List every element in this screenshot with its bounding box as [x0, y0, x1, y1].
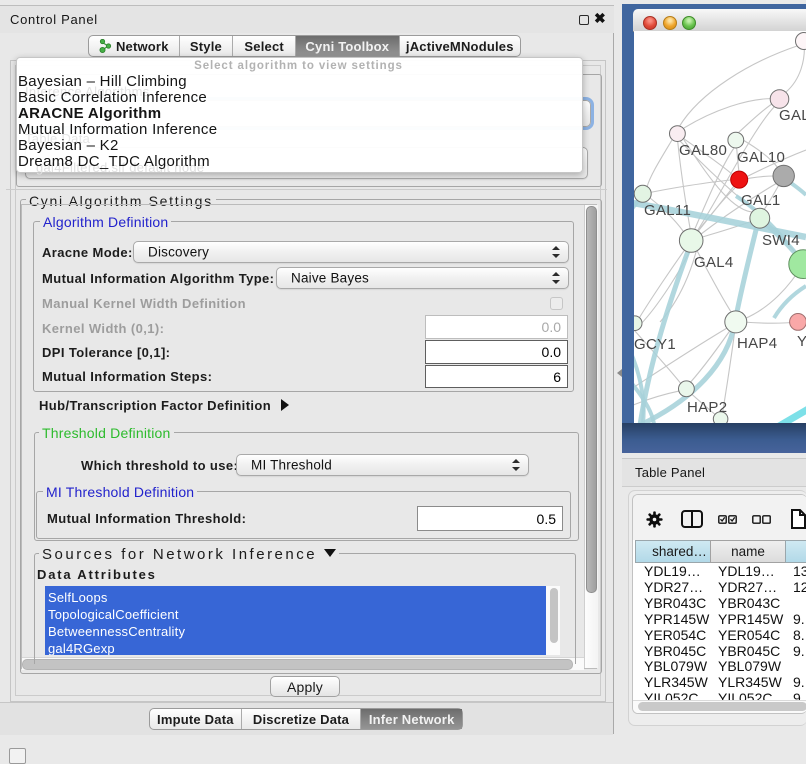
svg-text:GCY1: GCY1 — [634, 336, 676, 353]
svg-text:HAP4: HAP4 — [737, 335, 777, 352]
svg-text:GAL1: GAL1 — [741, 192, 781, 209]
svg-text:GAL10: GAL10 — [737, 149, 785, 166]
svg-text:GAL4: GAL4 — [694, 254, 734, 271]
svg-text:GAL11: GAL11 — [644, 202, 691, 219]
svg-text:GAL80: GAL80 — [679, 142, 727, 159]
svg-text:GAL: GAL — [779, 107, 806, 124]
svg-text:SWI4: SWI4 — [762, 232, 800, 249]
svg-text:HAP2: HAP2 — [687, 399, 727, 416]
svg-text:Y: Y — [797, 333, 806, 350]
